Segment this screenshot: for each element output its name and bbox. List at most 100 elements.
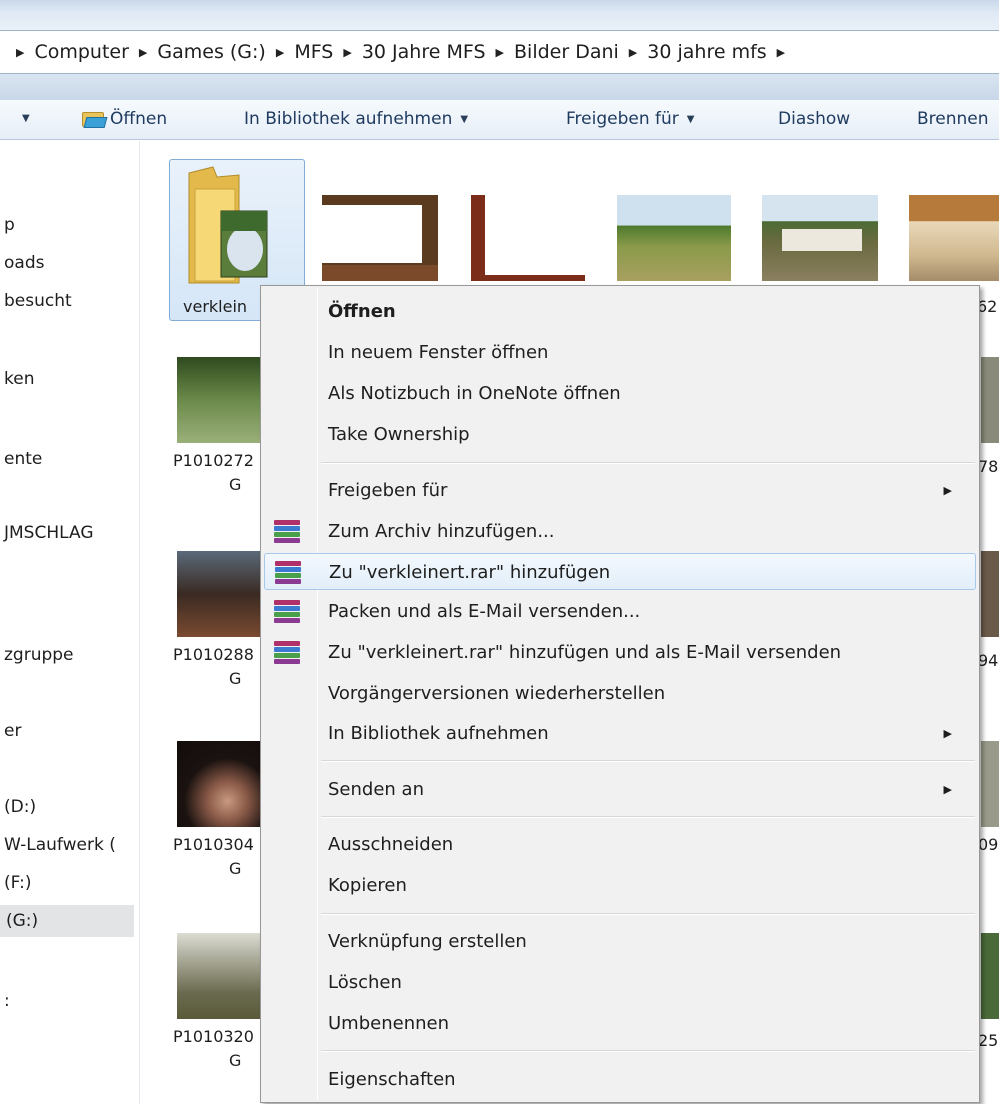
file-name-partial: 94 bbox=[978, 651, 999, 670]
menu-item-add-to-rar[interactable]: Zu "verkleinert.rar" hinzufügen bbox=[264, 553, 976, 590]
file-name-partial: 78 bbox=[978, 457, 999, 476]
nav-item-dvd-drive[interactable]: W-Laufwerk ( bbox=[4, 835, 116, 855]
file-extension: G bbox=[229, 475, 242, 494]
open-button[interactable]: Öffnen bbox=[82, 109, 167, 129]
open-folder-icon bbox=[82, 110, 108, 128]
breadcrumb[interactable]: ▶ Computer ▶ Games (G:) ▶ MFS ▶ 30 Jahre MFS… bbox=[0, 30, 999, 74]
nav-item-homegroup[interactable]: zgruppe bbox=[4, 645, 74, 665]
file-extension: G bbox=[229, 669, 242, 688]
context-menu: Öffnen In neuem Fenster öffnen Als Notiz… bbox=[260, 285, 980, 1103]
menu-item-share-with[interactable]: Freigeben für ▶ bbox=[264, 472, 976, 509]
file-name: P1010320 bbox=[173, 1027, 254, 1046]
folder-name: verklein bbox=[183, 297, 248, 316]
nav-item-network[interactable]: : bbox=[4, 991, 10, 1011]
breadcrumb-more[interactable]: ▶ bbox=[767, 46, 795, 59]
chevron-right-icon: ▶ bbox=[628, 45, 638, 59]
file-extension: G bbox=[229, 859, 242, 878]
nav-item-drive-d[interactable]: (D:) bbox=[4, 797, 36, 817]
menu-separator bbox=[321, 760, 975, 762]
chevron-right-icon: ▶ bbox=[343, 45, 352, 59]
chevron-right-icon: ▶ bbox=[495, 45, 504, 59]
photo-thumbnail[interactable] bbox=[322, 195, 438, 281]
menu-item-pack-email[interactable]: Packen und als E-Mail versenden... bbox=[264, 593, 976, 630]
menu-item-create-shortcut[interactable]: Verknüpfung erstellen bbox=[264, 923, 976, 960]
nav-item-libraries[interactable]: ken bbox=[4, 369, 34, 389]
menu-item-send-to[interactable]: Senden an ▶ bbox=[264, 771, 976, 808]
breadcrumb-item-computer[interactable]: ▶ Computer bbox=[6, 41, 129, 63]
photo-thumbnail[interactable] bbox=[471, 195, 585, 281]
nav-item-drive-f[interactable]: (F:) bbox=[4, 873, 31, 893]
photo-thumbnail[interactable] bbox=[762, 195, 878, 281]
chevron-right-icon: ▶ bbox=[16, 45, 25, 59]
menu-item-restore-versions[interactable]: Vorgängerversionen wiederherstellen bbox=[264, 675, 976, 712]
menu-separator bbox=[321, 1050, 975, 1052]
share-with-button[interactable]: Freigeben für ▼ bbox=[566, 109, 694, 129]
menu-item-delete[interactable]: Löschen bbox=[264, 964, 976, 1001]
address-bar-region: ▶ Computer ▶ Games (G:) ▶ MFS ▶ 30 Jahre MFS… bbox=[0, 0, 999, 100]
menu-item-properties[interactable]: Eigenschaften bbox=[264, 1061, 976, 1098]
file-name: P1010272 bbox=[173, 451, 254, 470]
photo-thumbnail[interactable] bbox=[177, 741, 261, 827]
chevron-down-icon: ▼ bbox=[22, 113, 30, 124]
menu-item-rename[interactable]: Umbenennen bbox=[264, 1005, 976, 1042]
photo-thumbnail[interactable] bbox=[617, 195, 731, 281]
slideshow-button[interactable]: Diashow bbox=[778, 109, 850, 129]
menu-item-cut[interactable]: Ausschneiden bbox=[264, 826, 976, 863]
menu-item-add-archive[interactable]: Zum Archiv hinzufügen... bbox=[264, 513, 976, 550]
chevron-right-icon: ▶ bbox=[776, 45, 786, 59]
folder-icon bbox=[187, 163, 271, 285]
include-in-library-button[interactable]: In Bibliothek aufnehmen ▼ bbox=[244, 109, 468, 129]
chevron-down-icon: ▼ bbox=[686, 113, 695, 125]
submenu-arrow-icon: ▶ bbox=[943, 783, 952, 796]
photo-thumbnail[interactable] bbox=[981, 933, 999, 1019]
breadcrumb-item-30-jahre-mfs-sub[interactable]: ▶ 30 jahre mfs bbox=[619, 41, 767, 63]
breadcrumb-item-30-jahre-mfs[interactable]: ▶ 30 Jahre MFS bbox=[333, 41, 485, 63]
submenu-arrow-icon: ▶ bbox=[943, 727, 952, 740]
menu-item-open-new-window[interactable]: In neuem Fenster öffnen bbox=[264, 334, 976, 371]
nav-item-drive-g[interactable]: (G:) bbox=[0, 905, 134, 937]
photo-thumbnail[interactable] bbox=[177, 551, 261, 637]
nav-item-downloads[interactable]: oads bbox=[4, 253, 44, 273]
file-name-partial: 09 bbox=[978, 835, 999, 854]
chevron-down-icon: ▼ bbox=[460, 113, 469, 125]
file-name-partial: 25 bbox=[978, 1031, 999, 1050]
nav-item-computer[interactable]: er bbox=[4, 721, 21, 741]
menu-item-add-rar-email[interactable]: Zu "verkleinert.rar" hinzufügen und als … bbox=[264, 634, 976, 671]
winrar-icon bbox=[274, 600, 300, 624]
chevron-right-icon: ▶ bbox=[138, 45, 148, 59]
menu-separator bbox=[321, 816, 975, 818]
menu-separator bbox=[321, 913, 975, 915]
nav-item-desktop[interactable]: p bbox=[4, 215, 15, 235]
winrar-icon bbox=[274, 641, 300, 665]
nav-item-recent[interactable]: besucht bbox=[4, 291, 72, 311]
photo-thumbnail[interactable] bbox=[909, 195, 999, 281]
file-name-partial: 62 bbox=[977, 297, 998, 316]
photo-thumbnail[interactable] bbox=[177, 357, 261, 443]
nav-item-documents[interactable]: ente bbox=[4, 449, 42, 469]
photo-thumbnail[interactable] bbox=[177, 933, 261, 1019]
file-name: P1010304 bbox=[173, 835, 254, 854]
chevron-right-icon: ▶ bbox=[275, 45, 285, 59]
photo-thumbnail[interactable] bbox=[981, 741, 999, 827]
file-name: P1010288 bbox=[173, 645, 254, 664]
photo-thumbnail[interactable] bbox=[981, 551, 999, 637]
menu-item-open[interactable]: Öffnen bbox=[264, 293, 976, 330]
file-extension: G bbox=[229, 1051, 242, 1070]
breadcrumb-item-bilder-dani[interactable]: ▶ Bilder Dani bbox=[486, 41, 619, 63]
organize-dropdown-arrow[interactable]: ▼ bbox=[14, 113, 30, 124]
winrar-icon bbox=[275, 561, 301, 585]
navigation-pane: p oads besucht ken ente JMSCHLAG zgruppe… bbox=[0, 141, 140, 1104]
menu-item-open-onenote[interactable]: Als Notizbuch in OneNote öffnen bbox=[264, 375, 976, 412]
command-toolbar: ▼ Öffnen In Bibliothek aufnehmen ▼ Freige… bbox=[0, 100, 999, 140]
menu-separator bbox=[321, 462, 975, 464]
winrar-icon bbox=[274, 520, 300, 544]
nav-item-umschlag[interactable]: JMSCHLAG bbox=[4, 523, 94, 543]
breadcrumb-item-games[interactable]: ▶ Games (G:) bbox=[129, 41, 266, 63]
menu-item-include-library[interactable]: In Bibliothek aufnehmen ▶ bbox=[264, 715, 976, 752]
menu-item-copy[interactable]: Kopieren bbox=[264, 867, 976, 904]
burn-button[interactable]: Brennen bbox=[917, 109, 989, 129]
photo-thumbnail[interactable] bbox=[981, 357, 999, 443]
menu-item-take-ownership[interactable]: Take Ownership bbox=[264, 416, 976, 453]
submenu-arrow-icon: ▶ bbox=[943, 484, 952, 497]
breadcrumb-item-mfs[interactable]: ▶ MFS bbox=[266, 41, 334, 63]
